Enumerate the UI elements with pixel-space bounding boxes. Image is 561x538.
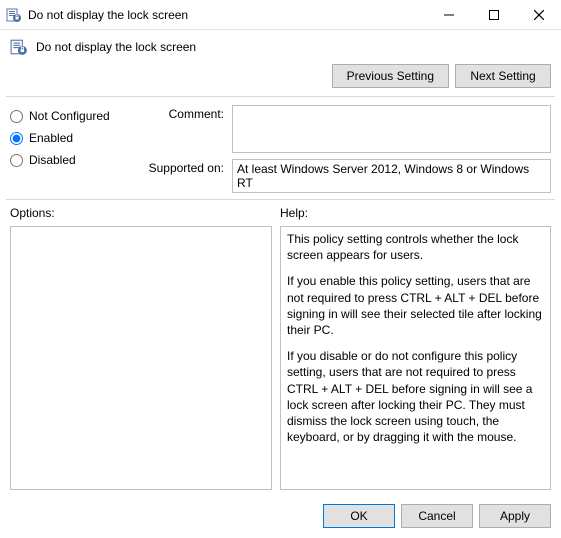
options-panel[interactable] bbox=[10, 226, 272, 490]
radio-label: Not Configured bbox=[29, 109, 110, 123]
comment-row: Comment: bbox=[142, 105, 551, 153]
policy-icon bbox=[10, 38, 28, 56]
options-label: Options: bbox=[10, 206, 280, 220]
config-area: Not Configured Enabled Disabled Comment:… bbox=[0, 97, 561, 199]
policy-title: Do not display the lock screen bbox=[36, 40, 551, 54]
comment-label: Comment: bbox=[142, 105, 224, 153]
maximize-button[interactable] bbox=[471, 0, 516, 30]
supported-on-text: At least Windows Server 2012, Windows 8 … bbox=[237, 162, 529, 190]
supported-on-box: At least Windows Server 2012, Windows 8 … bbox=[232, 159, 551, 193]
state-radio-group: Not Configured Enabled Disabled bbox=[10, 105, 142, 193]
panel-labels: Options: Help: bbox=[0, 200, 561, 222]
radio-disabled[interactable]: Disabled bbox=[10, 153, 142, 167]
dialog-footer: OK Cancel Apply bbox=[0, 498, 561, 538]
apply-button[interactable]: Apply bbox=[479, 504, 551, 528]
help-paragraph: This policy setting controls whether the… bbox=[287, 231, 544, 263]
ok-button[interactable]: OK bbox=[323, 504, 395, 528]
help-paragraph: If you enable this policy setting, users… bbox=[287, 273, 544, 338]
titlebar: Do not display the lock screen bbox=[0, 0, 561, 30]
help-paragraph: If you disable or do not configure this … bbox=[287, 348, 544, 445]
supported-label: Supported on: bbox=[142, 159, 224, 193]
help-label: Help: bbox=[280, 206, 551, 220]
radio-label: Enabled bbox=[29, 131, 73, 145]
radio-enabled-input[interactable] bbox=[10, 132, 23, 145]
next-setting-button[interactable]: Next Setting bbox=[455, 64, 551, 88]
window-title: Do not display the lock screen bbox=[28, 8, 426, 22]
fields-column: Comment: Supported on: At least Windows … bbox=[142, 105, 551, 193]
radio-not-configured-input[interactable] bbox=[10, 110, 23, 123]
radio-not-configured[interactable]: Not Configured bbox=[10, 109, 142, 123]
panels: This policy setting controls whether the… bbox=[0, 222, 561, 498]
comment-input[interactable] bbox=[232, 105, 551, 153]
close-button[interactable] bbox=[516, 0, 561, 30]
radio-disabled-input[interactable] bbox=[10, 154, 23, 167]
radio-label: Disabled bbox=[29, 153, 76, 167]
cancel-button[interactable]: Cancel bbox=[401, 504, 473, 528]
help-panel[interactable]: This policy setting controls whether the… bbox=[280, 226, 551, 490]
minimize-button[interactable] bbox=[426, 0, 471, 30]
radio-enabled[interactable]: Enabled bbox=[10, 131, 142, 145]
policy-header: Do not display the lock screen bbox=[0, 30, 561, 60]
window-controls bbox=[426, 0, 561, 29]
supported-row: Supported on: At least Windows Server 20… bbox=[142, 159, 551, 193]
policy-icon bbox=[6, 7, 22, 23]
nav-buttons: Previous Setting Next Setting bbox=[0, 60, 561, 96]
previous-setting-button[interactable]: Previous Setting bbox=[332, 64, 449, 88]
